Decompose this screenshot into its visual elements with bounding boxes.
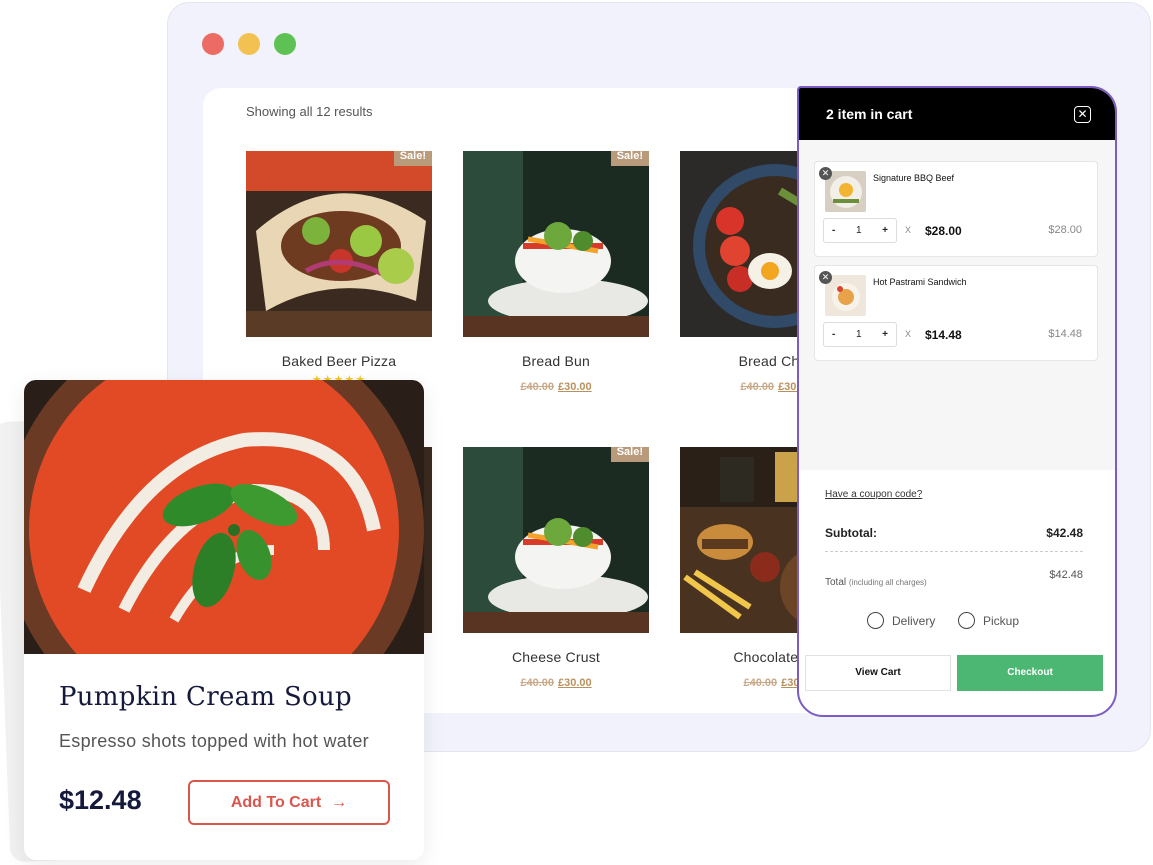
radio-circle[interactable] bbox=[958, 612, 975, 629]
old-price: £40.00 bbox=[743, 677, 778, 689]
window-minimize-dot[interactable] bbox=[238, 33, 260, 55]
quantity-value[interactable]: 1 bbox=[856, 225, 862, 236]
quantity-stepper: - 1 + bbox=[823, 322, 897, 347]
window-close-dot[interactable] bbox=[202, 33, 224, 55]
increase-qty-button[interactable]: + bbox=[882, 225, 888, 236]
sale-price: £30.00 bbox=[558, 677, 592, 689]
quantity-stepper: - 1 + bbox=[823, 218, 897, 243]
old-price: £40.00 bbox=[520, 381, 554, 393]
unit-price: $14.48 bbox=[925, 328, 962, 342]
featured-product-price: $12.48 bbox=[59, 785, 142, 815]
delivery-radio[interactable]: Delivery bbox=[867, 612, 935, 629]
window-maximize-dot[interactable] bbox=[274, 33, 296, 55]
add-to-cart-label[interactable]: Add To Cart bbox=[231, 794, 321, 812]
subtotal-label: Subtotal: bbox=[825, 526, 877, 540]
multiply-sign: X bbox=[905, 225, 912, 235]
product-card[interactable]: Sale! Bread Bun £40.00 £30.00 bbox=[463, 151, 649, 393]
product-name[interactable]: Baked Beer Pizza bbox=[246, 353, 432, 369]
product-price: £40.00 £30.00 bbox=[463, 381, 649, 393]
cart-title: 2 item in cart bbox=[826, 106, 913, 122]
sale-badge: Sale! bbox=[610, 151, 649, 166]
cart-item-thumbnail bbox=[825, 275, 866, 316]
featured-product-description: Espresso shots topped with hot water bbox=[59, 731, 369, 751]
product-name[interactable]: Cheese Crust bbox=[463, 649, 649, 665]
remove-item-icon[interactable]: ✕ bbox=[819, 271, 832, 284]
pickup-radio[interactable]: Pickup bbox=[958, 612, 1019, 629]
arrow-right-icon: → bbox=[331, 793, 348, 811]
sale-badge: Sale! bbox=[610, 447, 649, 462]
subtotal-value: $42.48 bbox=[1046, 526, 1083, 540]
decrease-qty-button[interactable]: - bbox=[832, 225, 835, 236]
divider bbox=[825, 551, 1083, 552]
cart-item: ✕ Signature BBQ Beef - 1 + X $28.00 $28.… bbox=[814, 161, 1098, 257]
add-to-cart-button[interactable]: Add To Cart → bbox=[188, 780, 390, 825]
unit-price: $28.00 bbox=[925, 224, 962, 238]
cart-item-name[interactable]: Hot Pastrami Sandwich bbox=[873, 277, 967, 287]
remove-item-icon[interactable]: ✕ bbox=[819, 167, 832, 180]
close-icon[interactable]: ✕ bbox=[1074, 106, 1091, 123]
sale-price: £30.00 bbox=[558, 381, 592, 393]
product-name[interactable]: Bread Bun bbox=[463, 353, 649, 369]
old-price: £40.00 bbox=[520, 677, 554, 689]
product-image[interactable]: Sale! bbox=[463, 447, 649, 633]
sale-badge: Sale! bbox=[393, 151, 432, 166]
cart-item-thumbnail bbox=[825, 171, 866, 212]
featured-product-card: Pumpkin Cream Soup Espresso shots topped… bbox=[24, 380, 424, 860]
delivery-label[interactable]: Delivery bbox=[892, 614, 935, 628]
product-card[interactable]: Sale! Cheese Crust £40.00 £30.00 bbox=[463, 447, 649, 689]
view-cart-button[interactable]: View Cart bbox=[805, 655, 951, 691]
product-image[interactable]: Sale! bbox=[463, 151, 649, 337]
featured-product-image bbox=[24, 380, 424, 654]
line-total: $28.00 bbox=[1048, 224, 1082, 236]
quantity-value[interactable]: 1 bbox=[856, 329, 862, 340]
old-price: £40.00 bbox=[740, 381, 775, 393]
radio-circle[interactable] bbox=[867, 612, 884, 629]
total-label: Total (including all charges) bbox=[825, 577, 927, 588]
coupon-link[interactable]: Have a coupon code? bbox=[825, 489, 922, 500]
total-label-text: Total bbox=[825, 577, 847, 588]
pickup-label[interactable]: Pickup bbox=[983, 614, 1019, 628]
increase-qty-button[interactable]: + bbox=[882, 329, 888, 340]
line-total: $14.48 bbox=[1048, 328, 1082, 340]
cart-item: ✕ Hot Pastrami Sandwich - 1 + X $14.48 $… bbox=[814, 265, 1098, 361]
cart-header: 2 item in cart ✕ bbox=[799, 88, 1115, 140]
cart-item-name[interactable]: Signature BBQ Beef bbox=[873, 173, 954, 183]
total-note: (including all charges) bbox=[848, 578, 927, 587]
checkout-button[interactable]: Checkout bbox=[957, 655, 1103, 691]
cart-items: ✕ Signature BBQ Beef - 1 + X $28.00 $28.… bbox=[799, 140, 1115, 470]
product-card[interactable]: Sale! Baked Beer Pizza ★★★★★ bbox=[246, 151, 432, 386]
product-price: £40.00 £30.00 bbox=[463, 677, 649, 689]
multiply-sign: X bbox=[905, 329, 912, 339]
results-count: Showing all 12 results bbox=[246, 104, 373, 119]
product-image[interactable]: Sale! bbox=[246, 151, 432, 337]
total-value: $42.48 bbox=[1049, 569, 1083, 581]
featured-product-title[interactable]: Pumpkin Cream Soup bbox=[59, 682, 352, 712]
decrease-qty-button[interactable]: - bbox=[832, 329, 835, 340]
mini-cart-panel: 2 item in cart ✕ ✕ Signature BBQ Beef - … bbox=[797, 86, 1117, 717]
